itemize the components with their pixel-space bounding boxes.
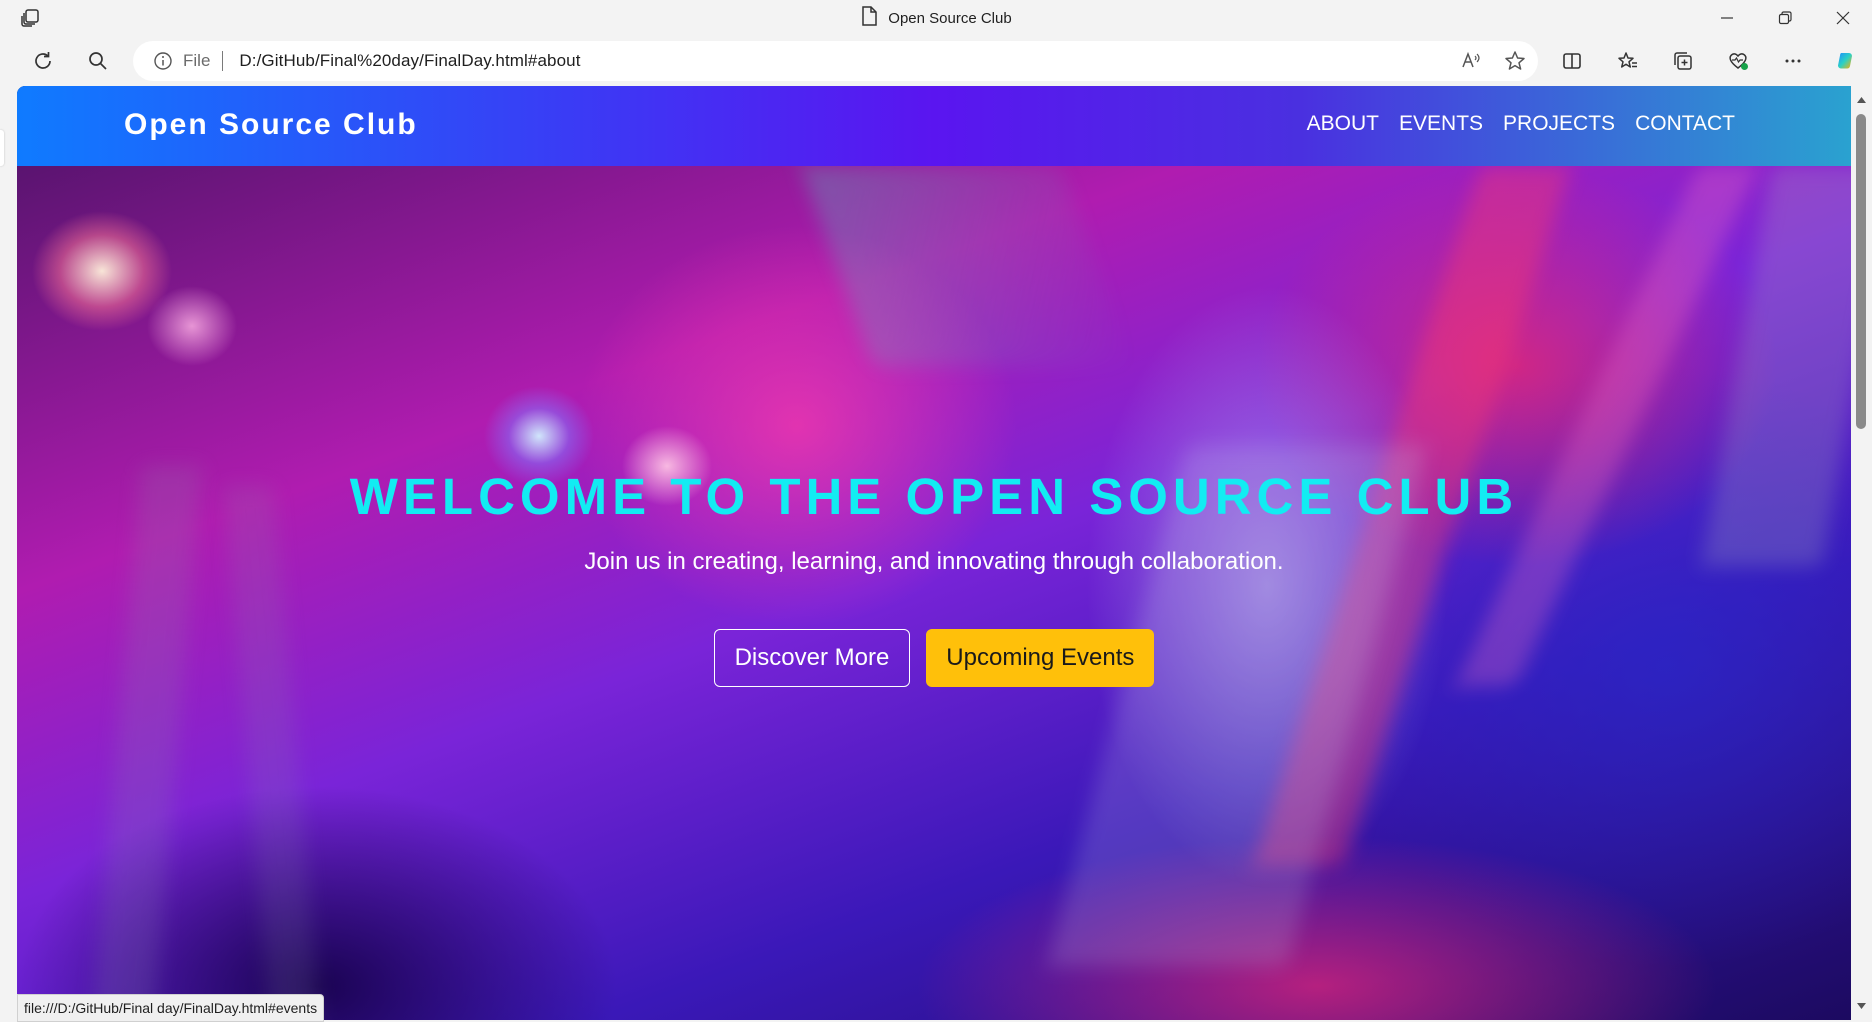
hero-title: WELCOME TO THE OPEN SOURCE CLUB xyxy=(349,468,1519,525)
hero-buttons: Discover More Upcoming Events xyxy=(17,629,1851,687)
refresh-button[interactable] xyxy=(29,47,57,75)
scrollbar-thumb[interactable] xyxy=(1856,114,1866,429)
address-scheme-label: File xyxy=(183,51,211,70)
title-bar: Open Source Club xyxy=(0,0,1872,36)
minimize-button[interactable] xyxy=(1698,0,1756,36)
scroll-up-icon[interactable] xyxy=(1855,94,1868,106)
nav-link-projects[interactable]: PROJECTS xyxy=(1503,112,1615,136)
site-brand[interactable]: Open Source Club xyxy=(124,108,418,142)
upcoming-events-button[interactable]: Upcoming Events xyxy=(926,629,1155,687)
tab-title: Open Source Club xyxy=(888,9,1012,27)
split-screen-button[interactable] xyxy=(1558,47,1586,75)
info-icon[interactable] xyxy=(153,51,173,71)
favorites-icon xyxy=(1618,52,1637,68)
scroll-down-icon[interactable] xyxy=(1855,1000,1868,1012)
restore-icon xyxy=(1778,11,1792,25)
discover-more-button[interactable]: Discover More xyxy=(713,629,911,687)
copilot-icon xyxy=(1838,53,1852,69)
collections-button[interactable] xyxy=(1669,47,1697,75)
sidebar-toggle-handle[interactable] xyxy=(0,130,4,166)
split-screen-icon xyxy=(1563,53,1581,69)
search-icon xyxy=(89,52,107,70)
copilot-button[interactable] xyxy=(1832,47,1860,75)
site-nav-links: ABOUT EVENTS PROJECTS CONTACT xyxy=(1307,112,1735,136)
more-icon xyxy=(1785,59,1801,63)
page-viewport: Open Source Club ABOUT EVENTS PROJECTS C… xyxy=(17,86,1851,1020)
window-title: Open Source Club xyxy=(0,0,1872,36)
close-icon xyxy=(1836,11,1850,25)
search-button[interactable] xyxy=(84,47,112,75)
heart-pulse-icon xyxy=(1729,53,1748,70)
address-divider xyxy=(222,51,224,71)
nav-link-contact[interactable]: CONTACT xyxy=(1635,112,1735,136)
site-header: Open Source Club ABOUT EVENTS PROJECTS C… xyxy=(17,86,1851,166)
vertical-scrollbar[interactable] xyxy=(1851,86,1872,1020)
browser-toolbar: File D:/GitHub/Final%20day/FinalDay.html… xyxy=(0,36,1872,86)
status-url: file:///D:/GitHub/Final day/FinalDay.htm… xyxy=(17,994,325,1022)
hero-subtitle: Join us in creating, learning, and innov… xyxy=(584,548,1284,575)
star-icon[interactable] xyxy=(1502,49,1528,73)
read-aloud-icon[interactable] xyxy=(1458,49,1484,73)
address-url[interactable]: D:/GitHub/Final%20day/FinalDay.html#abou… xyxy=(239,51,580,71)
browser-essentials-button[interactable] xyxy=(1724,47,1752,75)
close-button[interactable] xyxy=(1814,0,1872,36)
minimize-icon xyxy=(1721,17,1733,19)
nav-link-about[interactable]: ABOUT xyxy=(1307,112,1379,136)
page-icon xyxy=(860,6,878,30)
nav-link-events[interactable]: EVENTS xyxy=(1399,112,1483,136)
hero-section: WELCOME TO THE OPEN SOURCE CLUB Join us … xyxy=(17,166,1851,1020)
collections-icon xyxy=(1674,52,1692,70)
refresh-icon xyxy=(35,52,51,69)
restore-button[interactable] xyxy=(1756,0,1814,36)
more-button[interactable] xyxy=(1779,47,1807,75)
hero-content: WELCOME TO THE OPEN SOURCE CLUB Join us … xyxy=(17,166,1851,1020)
favorites-button[interactable] xyxy=(1614,47,1642,75)
address-bar[interactable]: File D:/GitHub/Final%20day/FinalDay.html… xyxy=(133,41,1538,81)
